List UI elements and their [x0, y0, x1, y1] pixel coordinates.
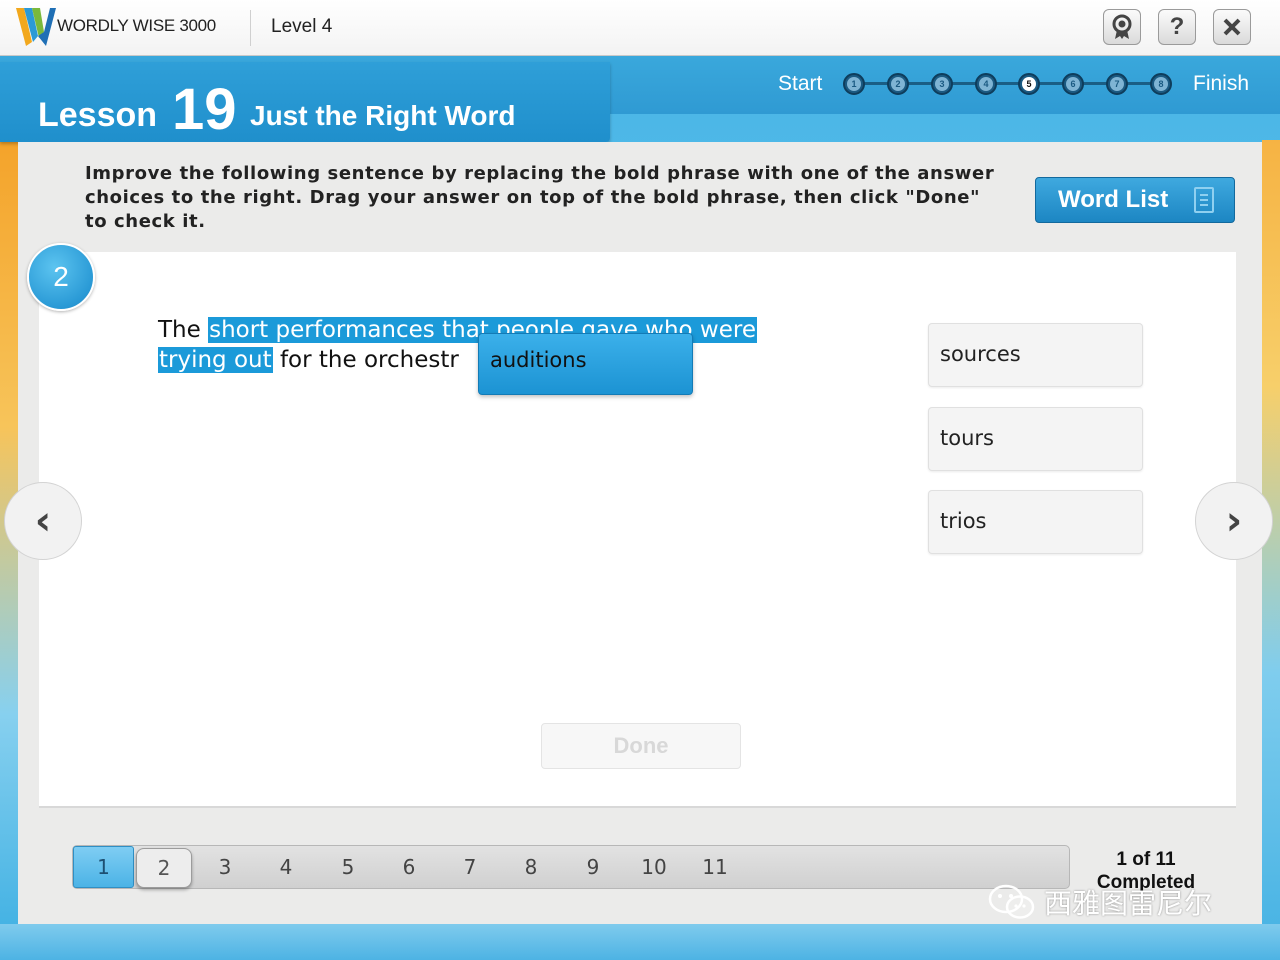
watermark: 西雅图雷尼尔 — [988, 882, 1212, 922]
badge-icon — [1112, 14, 1132, 39]
pager-item[interactable]: 9 — [567, 846, 619, 888]
progress-step: 6 — [1062, 73, 1084, 95]
progress-step: 3 — [931, 73, 953, 95]
completed-count: 1 of 11 — [1116, 849, 1176, 870]
background-bottom — [0, 924, 1280, 960]
chevron-right-icon: › — [1225, 498, 1243, 544]
progress-step: 2 — [887, 73, 909, 95]
background-right-stripe — [1262, 140, 1280, 960]
pager-item[interactable]: 3 — [199, 846, 251, 888]
progress-step: 8 — [1150, 73, 1172, 95]
next-button[interactable]: › — [1195, 482, 1273, 560]
pager-item[interactable]: 6 — [383, 846, 435, 888]
previous-button[interactable]: ‹ — [4, 482, 82, 560]
lesson-word: Lesson — [38, 96, 158, 134]
progress-step: 1 — [843, 73, 865, 95]
answer-choice[interactable]: trios — [928, 490, 1143, 554]
answer-choice[interactable]: tours — [928, 407, 1143, 471]
done-button[interactable]: Done — [541, 723, 741, 769]
badge-button[interactable] — [1103, 9, 1141, 45]
word-list-label: Word List — [1058, 186, 1169, 213]
answer-choice[interactable]: sources — [928, 323, 1143, 387]
list-icon — [1194, 187, 1214, 213]
pager-item[interactable]: 8 — [505, 846, 557, 888]
pager-item[interactable]: 5 — [322, 846, 374, 888]
help-icon: ? — [1169, 13, 1185, 40]
help-button[interactable]: ? — [1158, 9, 1196, 45]
word-list-button[interactable]: Word List — [1035, 177, 1235, 223]
level-label: Level 4 — [271, 16, 333, 37]
brand-name: WORDLY WISE 3000 — [57, 16, 216, 35]
bold-phrase-line2[interactable]: trying out — [158, 347, 273, 373]
top-bar: WORDLY WISE 3000 Level 4 ? — [0, 0, 1280, 56]
lesson-title: Just the Right Word — [250, 100, 516, 131]
sentence-start: The — [158, 317, 209, 343]
pager-item[interactable]: 4 — [260, 846, 312, 888]
progress-step: 7 — [1106, 73, 1128, 95]
progress-step: 4 — [975, 73, 997, 95]
close-icon — [1223, 18, 1241, 36]
close-button[interactable] — [1213, 9, 1251, 45]
wordly-wise-logo-icon — [16, 8, 56, 46]
progress-start-label: Start — [778, 72, 823, 95]
chevron-left-icon: ‹ — [34, 498, 52, 544]
watermark-text: 西雅图雷尼尔 — [1044, 887, 1213, 920]
dragged-answer-chip[interactable]: auditions — [478, 333, 693, 395]
pager-item-selected[interactable]: 2 — [136, 848, 192, 888]
pager-item[interactable]: 10 — [628, 846, 680, 888]
lesson-number: 19 — [172, 77, 237, 142]
pager-item-current[interactable]: 1 — [73, 846, 134, 888]
progress-step-current: 5 — [1018, 73, 1040, 95]
divider — [250, 10, 251, 46]
question-number-badge: 2 — [27, 243, 95, 311]
sentence-end: for the orchestr — [272, 347, 459, 373]
background-left-stripe — [0, 140, 18, 960]
pager-item[interactable]: 7 — [444, 846, 496, 888]
wechat-icon — [988, 884, 1035, 919]
progress-finish-label: Finish — [1193, 72, 1250, 95]
pager-item[interactable]: 11 — [689, 846, 741, 888]
instructions-text: Improve the following sentence by replac… — [85, 163, 995, 232]
